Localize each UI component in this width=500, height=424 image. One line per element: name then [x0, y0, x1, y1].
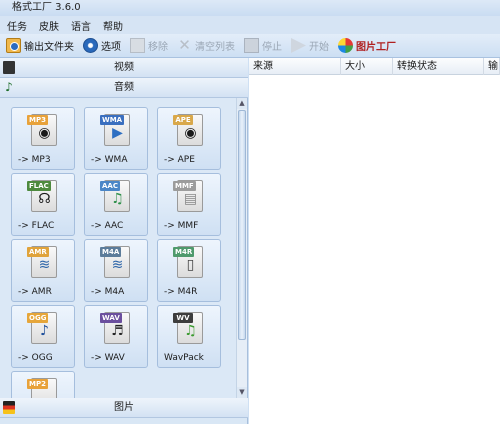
task-list-panel: 来源 大小 转换状态 输出	[249, 58, 500, 424]
category-video[interactable]: 视频	[0, 58, 248, 78]
category-picture-label: 图片	[114, 402, 134, 413]
film-icon	[3, 61, 15, 74]
music-note-icon: ♫	[184, 323, 197, 339]
audio-format-grid: MP3 ◉ -> MP3 WMA ▶ -> WMA APE ◉ -> APE F…	[0, 98, 236, 398]
output-folder-label: 输出文件夹	[24, 42, 74, 53]
clear-icon: ✕	[178, 36, 191, 54]
format-badge: MMF	[173, 181, 196, 191]
headphones-icon: ☊	[38, 191, 51, 207]
task-table-header: 来源 大小 转换状态 输出	[249, 58, 500, 75]
options-button[interactable]: 选项	[83, 36, 121, 56]
format-tile-mp3[interactable]: MP3 ◉ -> MP3	[11, 107, 75, 170]
scrollbar-thumb[interactable]	[238, 110, 246, 340]
format-label: -> MMF	[164, 221, 199, 231]
stop-icon	[244, 38, 259, 53]
clear-list-label: 清空列表	[195, 42, 235, 53]
format-badge: OGG	[27, 313, 49, 323]
waveform-icon: ≋	[38, 257, 51, 273]
window-title: 格式工厂 3.6.0	[0, 0, 500, 16]
output-folder-button[interactable]: 输出文件夹	[6, 36, 74, 56]
menu-help[interactable]: 帮助	[102, 18, 124, 33]
menu-language[interactable]: 语言	[70, 18, 92, 33]
column-header-status[interactable]: 转换状态	[393, 58, 484, 75]
music-icon: ♫	[111, 191, 124, 207]
format-label: -> OGG	[18, 353, 53, 363]
music-note-icon: ♪	[40, 323, 49, 339]
format-badge: APE	[173, 115, 193, 125]
document-icon: ▤	[183, 191, 198, 207]
speaker-icon: ◉	[184, 125, 197, 141]
menu-skin[interactable]: 皮肤	[38, 18, 60, 33]
stop-button[interactable]: 停止	[244, 36, 282, 56]
format-badge: WV	[173, 313, 193, 323]
start-button[interactable]: 开始	[291, 36, 329, 56]
format-badge: M4R	[173, 247, 195, 257]
remove-button[interactable]: 移除	[130, 36, 168, 56]
format-badge: MP3	[27, 115, 48, 125]
stop-label: 停止	[262, 42, 282, 53]
category-video-label: 视频	[114, 62, 134, 73]
music-note-icon: ♪	[5, 80, 13, 94]
format-tile-mp2[interactable]: MP2	[11, 371, 75, 398]
format-tile-m4a[interactable]: M4A ≋ -> M4A	[84, 239, 148, 302]
format-tile-wav[interactable]: WAV ♬ -> WAV	[84, 305, 148, 368]
column-header-source[interactable]: 来源	[249, 58, 341, 75]
category-audio-label: 音频	[114, 82, 134, 93]
options-label: 选项	[101, 42, 121, 53]
format-badge: MP2	[27, 379, 48, 389]
start-icon	[291, 38, 306, 53]
format-label: -> WAV	[91, 353, 125, 363]
format-badge: AMR	[27, 247, 49, 257]
clear-list-button[interactable]: ✕ 清空列表	[177, 36, 235, 56]
options-icon	[83, 38, 98, 53]
picture-factory-icon	[338, 38, 353, 53]
format-grid-scrollbar[interactable]: ▲ ▼	[236, 98, 247, 398]
format-label: -> M4A	[91, 287, 125, 297]
format-label: -> APE	[164, 155, 195, 165]
category-audio[interactable]: ♪ 音频	[0, 78, 248, 98]
picture-factory-label: 图片工厂	[356, 42, 396, 53]
format-badge: WAV	[100, 313, 122, 323]
folder-icon	[6, 38, 21, 53]
phone-icon: ▯	[186, 257, 195, 273]
speaker-icon: ◉	[38, 125, 51, 141]
format-badge: AAC	[100, 181, 120, 191]
format-label: WavPack	[164, 353, 204, 363]
format-tile-aac[interactable]: AAC ♫ -> AAC	[84, 173, 148, 236]
category-picture[interactable]: 图片	[0, 398, 248, 418]
format-label: -> M4R	[164, 287, 198, 297]
format-label: -> AMR	[18, 287, 52, 297]
format-badge: WMA	[100, 115, 125, 125]
format-tile-ogg[interactable]: OGG ♪ -> OGG	[11, 305, 75, 368]
format-tile-amr[interactable]: AMR ≋ -> AMR	[11, 239, 75, 302]
format-badge: FLAC	[27, 181, 51, 191]
waveform-icon: ≋	[111, 257, 124, 273]
menu-task[interactable]: 任务	[6, 18, 28, 33]
format-tile-m4r[interactable]: M4R ▯ -> M4R	[157, 239, 221, 302]
format-tile-mmf[interactable]: MMF ▤ -> MMF	[157, 173, 221, 236]
remove-label: 移除	[148, 42, 168, 53]
menu-bar: 任务 皮肤 语言 帮助	[0, 16, 500, 34]
format-label: -> AAC	[91, 221, 124, 231]
picture-category-icon	[3, 401, 15, 414]
picture-factory-button[interactable]: 图片工厂	[338, 36, 396, 56]
toolbar: 输出文件夹 选项 移除 ✕ 清空列表 停止 开始 图片工厂	[0, 34, 500, 58]
column-header-size[interactable]: 大小	[341, 58, 393, 75]
play-icon: ▶	[112, 125, 123, 141]
format-tile-wavpack[interactable]: WV ♫ WavPack	[157, 305, 221, 368]
format-tile-wma[interactable]: WMA ▶ -> WMA	[84, 107, 148, 170]
format-badge: M4A	[100, 247, 122, 257]
remove-icon	[130, 38, 145, 53]
format-label: -> FLAC	[18, 221, 55, 231]
conversion-panel: 视频 ♪ 音频 MP3 ◉ -> MP3 WMA ▶ -> WMA APE ◉ …	[0, 58, 248, 424]
format-label: -> WMA	[91, 155, 128, 165]
scroll-up-arrow-icon[interactable]: ▲	[237, 98, 247, 109]
start-label: 开始	[309, 42, 329, 53]
music-notes-icon: ♬	[111, 323, 124, 339]
scroll-down-arrow-icon[interactable]: ▼	[237, 387, 247, 398]
format-tile-flac[interactable]: FLAC ☊ -> FLAC	[11, 173, 75, 236]
format-label: -> MP3	[18, 155, 51, 165]
format-tile-ape[interactable]: APE ◉ -> APE	[157, 107, 221, 170]
column-header-output[interactable]: 输出	[484, 58, 500, 75]
